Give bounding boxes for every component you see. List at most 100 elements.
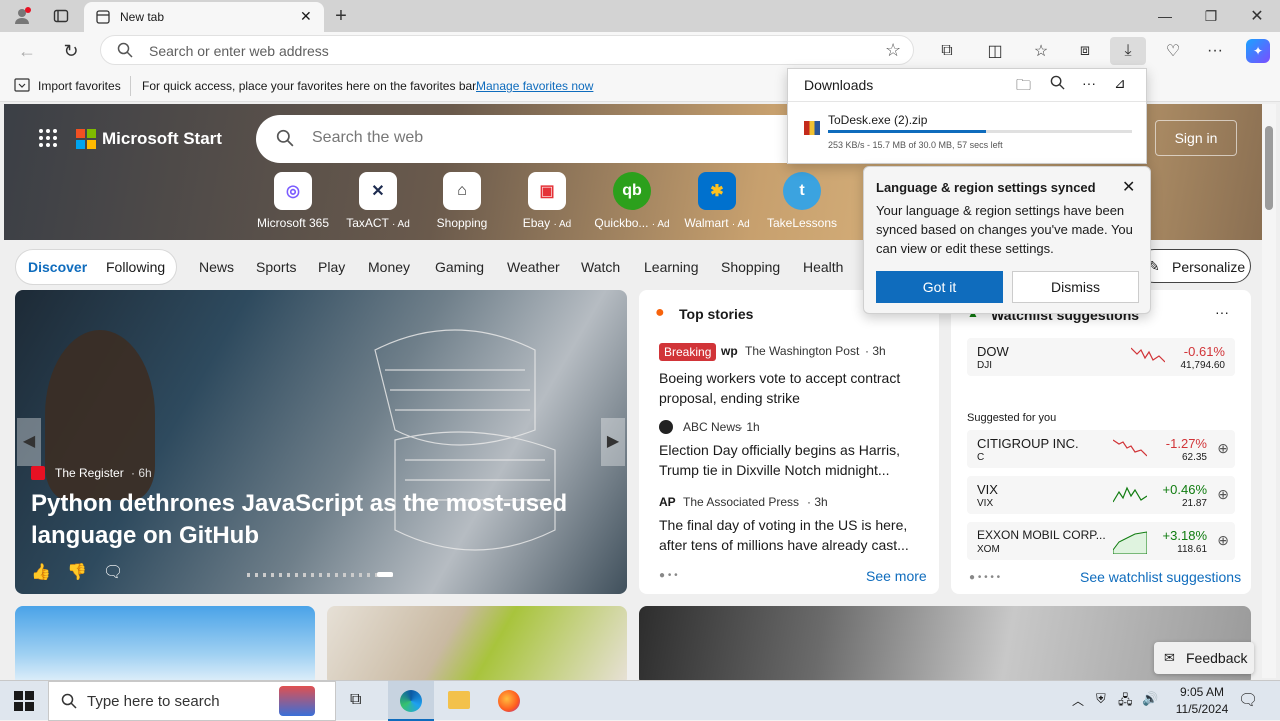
favorites-icon[interactable]: ☆ bbox=[1030, 40, 1052, 62]
news-card-art[interactable] bbox=[327, 606, 627, 680]
nav-shopping[interactable]: Shopping bbox=[721, 259, 780, 275]
browser-essentials-icon[interactable]: ♡ bbox=[1162, 40, 1184, 62]
story-headline[interactable]: The final day of voting in the US is her… bbox=[659, 515, 919, 555]
edge-taskbar-button[interactable] bbox=[388, 681, 434, 721]
quick-link-shopping[interactable]: ⌂ Shopping bbox=[422, 172, 502, 230]
nav-gaming[interactable]: Gaming bbox=[435, 259, 484, 275]
stock-row[interactable]: EXXON MOBIL CORP... XOM +3.18% 118.61 ⊕ bbox=[967, 522, 1235, 560]
search-downloads-icon[interactable] bbox=[1050, 75, 1065, 93]
sparkline-chart bbox=[1131, 347, 1165, 363]
profile-icon[interactable] bbox=[8, 4, 36, 28]
nav-weather[interactable]: Weather bbox=[507, 259, 560, 275]
download-filename[interactable]: ToDesk.exe (2).zip bbox=[828, 113, 927, 127]
close-tab-icon[interactable]: ✕ bbox=[300, 8, 312, 25]
stock-price: 118.61 bbox=[1177, 544, 1207, 555]
nav-play[interactable]: Play bbox=[318, 259, 345, 275]
personalize-button[interactable]: ✎ Personalize bbox=[1137, 249, 1251, 283]
notifications-icon[interactable]: 🗨 bbox=[1238, 690, 1258, 710]
more-options-icon[interactable]: ··· bbox=[1082, 75, 1096, 91]
add-to-watchlist-icon[interactable]: ⊕ bbox=[1217, 440, 1229, 457]
dislike-icon[interactable]: 👎 bbox=[67, 562, 87, 582]
nav-health[interactable]: Health bbox=[803, 259, 843, 275]
like-icon[interactable]: 👍 bbox=[31, 562, 51, 582]
feedback-button[interactable]: ✉ Feedback bbox=[1154, 642, 1254, 674]
nav-sports[interactable]: Sports bbox=[256, 259, 296, 275]
close-window-icon[interactable]: ✕ bbox=[1242, 4, 1272, 28]
ap-logo-icon: AP bbox=[659, 495, 676, 509]
sign-in-button[interactable]: Sign in bbox=[1155, 120, 1237, 156]
address-bar[interactable]: Search or enter web address ☆ bbox=[100, 35, 914, 65]
volume-icon[interactable]: 🔊 bbox=[1142, 691, 1158, 707]
hero-story-card[interactable]: ◀ ▶ The Register · 6h Python dethrones J… bbox=[15, 290, 627, 594]
show-hidden-icons-icon[interactable]: ︿ bbox=[1072, 692, 1084, 709]
story-headline[interactable]: Boeing workers vote to accept contract p… bbox=[659, 368, 919, 408]
file-explorer-icon[interactable] bbox=[448, 691, 470, 709]
add-to-watchlist-icon[interactable]: ⊕ bbox=[1217, 486, 1229, 503]
nav-money[interactable]: Money bbox=[368, 259, 410, 275]
nav-watch[interactable]: Watch bbox=[581, 259, 620, 275]
back-icon[interactable]: ← bbox=[16, 40, 38, 62]
minimize-icon[interactable]: — bbox=[1150, 4, 1180, 28]
dismiss-button[interactable]: Dismiss bbox=[1012, 271, 1139, 303]
story-headline[interactable]: Election Day officially begins as Harris… bbox=[659, 440, 919, 480]
restore-icon[interactable]: ❐ bbox=[1196, 4, 1226, 28]
news-card-sky[interactable] bbox=[15, 606, 315, 680]
quick-link-walmart[interactable]: ✱ Walmart · Ad bbox=[677, 172, 757, 230]
see-more-link[interactable]: See more bbox=[866, 568, 927, 584]
hero-headline[interactable]: Python dethrones JavaScript as the most-… bbox=[31, 488, 591, 552]
firefox-icon[interactable] bbox=[498, 690, 520, 712]
quick-link-microsoft-365[interactable]: ◎ Microsoft 365 bbox=[253, 172, 333, 230]
quick-link-taxact[interactable]: ✕ TaxACT · Ad bbox=[338, 172, 418, 230]
pagination-dots[interactable]: ● • • • • bbox=[969, 572, 1000, 583]
network-icon[interactable]: 🖧 bbox=[1118, 691, 1133, 713]
quick-link-takelessons[interactable]: t TakeLessons bbox=[762, 172, 842, 230]
import-favorites-button[interactable]: Import favorites bbox=[38, 79, 121, 93]
stock-row[interactable]: DOW DJI -0.61% 41,794.60 bbox=[967, 338, 1235, 376]
quick-link-ebay[interactable]: ▣ Ebay · Ad bbox=[507, 172, 587, 230]
refresh-icon[interactable]: ↻ bbox=[60, 40, 82, 62]
tab-new-tab[interactable]: New tab ✕ bbox=[84, 2, 324, 32]
page-scrollbar[interactable] bbox=[1262, 104, 1276, 678]
windows-start-icon[interactable] bbox=[14, 691, 34, 716]
extensions-icon[interactable]: ⧉ bbox=[936, 40, 958, 62]
carousel-dots[interactable] bbox=[247, 573, 393, 577]
open-folder-icon[interactable]: 🗀 bbox=[1016, 75, 1031, 100]
feedback-label: Feedback bbox=[1186, 650, 1248, 666]
quick-link-quickbooks[interactable]: qb Quickbo... · Ad bbox=[592, 172, 672, 230]
tab-following[interactable]: Following bbox=[106, 259, 165, 275]
got-it-button[interactable]: Got it bbox=[876, 271, 1003, 303]
downloads-icon[interactable]: ⤓ bbox=[1110, 37, 1146, 65]
manage-favorites-link[interactable]: Manage favorites now bbox=[476, 79, 593, 93]
web-search-box[interactable]: Search the web bbox=[256, 115, 876, 163]
apps-grid-icon[interactable] bbox=[38, 128, 58, 153]
story-age: · 3h bbox=[865, 344, 886, 358]
copilot-icon[interactable]: ✦ bbox=[1246, 39, 1270, 63]
brand-title[interactable]: Microsoft Start bbox=[102, 129, 222, 149]
pin-icon[interactable]: ⊿ bbox=[1114, 75, 1126, 92]
add-to-watchlist-icon[interactable]: ⊕ bbox=[1217, 532, 1229, 549]
clock-time[interactable]: 9:05 AM bbox=[1172, 685, 1232, 699]
tab-discover[interactable]: Discover bbox=[28, 259, 87, 275]
split-screen-icon[interactable]: ◫ bbox=[984, 40, 1006, 62]
new-tab-button[interactable]: + bbox=[330, 4, 352, 28]
see-watchlist-link[interactable]: See watchlist suggestions bbox=[1080, 569, 1241, 585]
stock-row[interactable]: CITIGROUP INC. C -1.27% 62.35 ⊕ bbox=[967, 430, 1235, 468]
scrollbar-thumb[interactable] bbox=[1265, 126, 1273, 210]
clock-date[interactable]: 11/5/2024 bbox=[1166, 702, 1238, 716]
tab-actions-icon[interactable] bbox=[48, 4, 74, 28]
favorite-star-icon[interactable]: ☆ bbox=[885, 40, 901, 61]
collections-icon[interactable]: ⧈ bbox=[1074, 40, 1096, 62]
carousel-prev-button[interactable]: ◀ bbox=[17, 418, 41, 466]
pagination-dots[interactable]: ● • • bbox=[659, 570, 678, 581]
carousel-next-button[interactable]: ▶ bbox=[601, 418, 625, 466]
nav-news[interactable]: News bbox=[199, 259, 234, 275]
more-options-icon[interactable]: ··· bbox=[1215, 304, 1229, 320]
settings-more-icon[interactable]: ··· bbox=[1204, 40, 1226, 62]
nav-learning[interactable]: Learning bbox=[644, 259, 699, 275]
comment-icon[interactable]: 🗨 bbox=[103, 562, 123, 582]
taskbar-search[interactable]: Type here to search bbox=[48, 681, 336, 721]
security-icon[interactable]: ⛨ bbox=[1096, 691, 1106, 707]
close-popup-icon[interactable]: ✕ bbox=[1122, 177, 1135, 197]
stock-row[interactable]: VIX VIX +0.46% 21.87 ⊕ bbox=[967, 476, 1235, 514]
task-view-icon[interactable]: ⧉ bbox=[350, 691, 361, 709]
